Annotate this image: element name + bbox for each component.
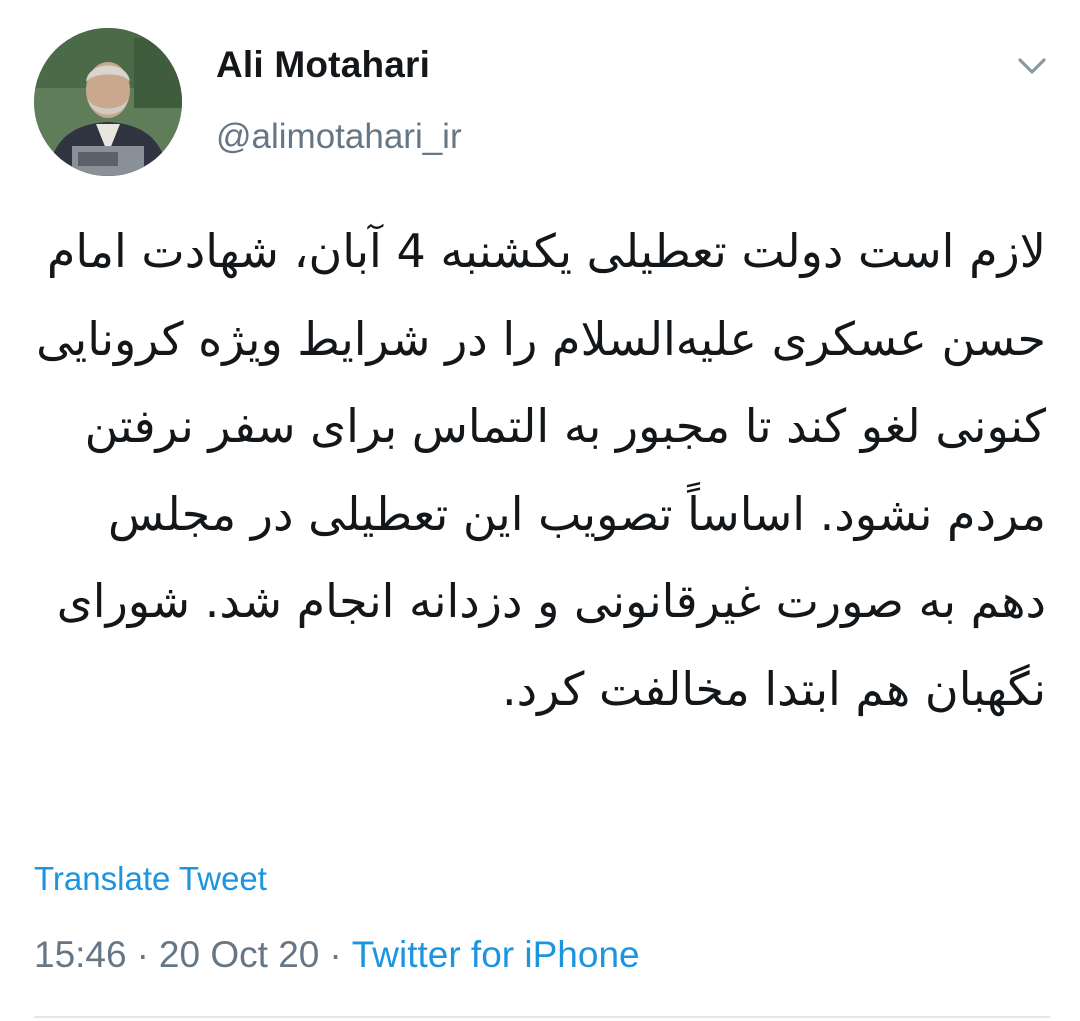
tweet-time[interactable]: 15:46 xyxy=(34,934,127,975)
profile-photo xyxy=(34,28,182,176)
user-handle[interactable]: @alimotahari_ir xyxy=(216,117,462,157)
tweet-text: لازم است دولت تعطیلی یکشنبه 4 آبان، شهاد… xyxy=(36,224,1046,716)
meta-separator: · xyxy=(329,934,342,975)
tweet-source-link[interactable]: Twitter for iPhone xyxy=(352,934,640,975)
tweet-date[interactable]: 20 Oct 20 xyxy=(159,934,319,975)
tweet-metadata: 15:46 · 20 Oct 20 · Twitter for iPhone xyxy=(34,934,640,976)
divider xyxy=(34,1016,1050,1018)
display-name[interactable]: Ali Motahari xyxy=(216,44,430,86)
tweet-card: Ali Motahari @alimotahari_ir لازم است دو… xyxy=(0,0,1080,1021)
translate-tweet-link[interactable]: Translate Tweet xyxy=(34,860,267,898)
chevron-down-icon xyxy=(1018,58,1046,74)
avatar[interactable] xyxy=(34,28,182,176)
tweet-menu-button[interactable] xyxy=(1012,48,1052,84)
meta-separator: · xyxy=(136,934,149,975)
